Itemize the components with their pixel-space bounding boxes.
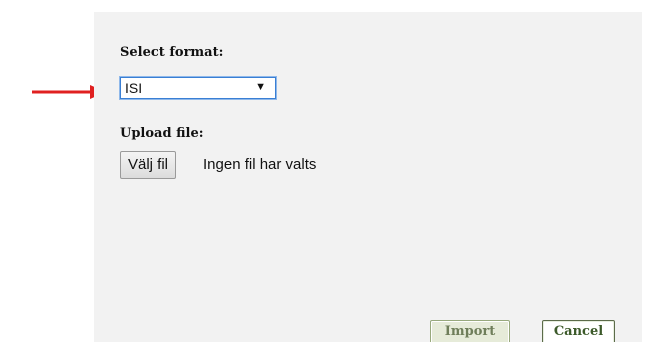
cancel-button[interactable]: Cancel — [542, 320, 615, 342]
import-button[interactable]: Import — [430, 320, 510, 342]
file-status-text: Ingen fil har valts — [203, 156, 317, 173]
format-select-value: ISI — [125, 80, 143, 96]
chevron-down-icon: ▼ — [255, 81, 266, 93]
import-dialog: Select format: ISI ▼ Upload file: Välj f… — [94, 12, 642, 342]
upload-file-label: Upload file: — [120, 126, 204, 141]
screen: Select format: ISI ▼ Upload file: Välj f… — [0, 0, 646, 342]
select-format-label: Select format: — [120, 45, 224, 60]
format-select[interactable]: ISI ▼ — [120, 77, 276, 99]
choose-file-button[interactable]: Välj fil — [120, 151, 177, 179]
